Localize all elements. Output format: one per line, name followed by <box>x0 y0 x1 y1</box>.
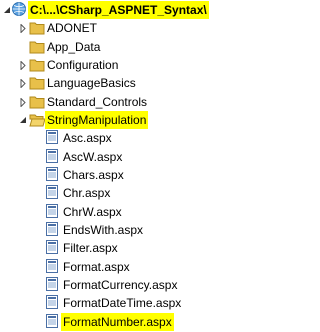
tree-item-file[interactable]: Chr.aspx <box>0 183 202 201</box>
aspx-file-icon <box>44 203 60 219</box>
folder-icon <box>29 39 45 55</box>
file-label: FormatCurrency.aspx <box>63 278 178 292</box>
tree-item-file[interactable]: Chars.aspx <box>0 165 202 183</box>
tree-item-open-folder[interactable]: StringManipulation <box>0 110 202 129</box>
aspx-file-icon <box>44 148 60 164</box>
open-folder-label: StringManipulation <box>45 111 149 129</box>
tree-item-file[interactable]: Asc.aspx <box>0 128 202 146</box>
tree-item-folder[interactable]: LanguageBasics <box>0 73 202 91</box>
aspx-file-icon <box>44 258 60 274</box>
aspx-file-icon <box>44 184 60 200</box>
expand-arrow-icon[interactable] <box>19 97 27 107</box>
collapse-arrow-icon[interactable] <box>19 115 27 125</box>
open-folder-icon <box>29 112 46 128</box>
file-label: Filter.aspx <box>63 241 118 255</box>
file-label: EndsWith.aspx <box>63 223 144 237</box>
tree-item-file[interactable]: EndsWith.aspx <box>0 220 202 238</box>
aspx-file-icon <box>44 313 60 329</box>
aspx-file-icon <box>44 239 60 255</box>
folder-label: LanguageBasics <box>47 76 136 90</box>
folder-icon <box>29 94 45 110</box>
expand-arrow-icon[interactable] <box>19 78 27 88</box>
tree-item-file[interactable]: AscW.aspx <box>0 147 202 165</box>
tree-root[interactable]: C:\...\CSharp_ASPNET_Syntax\ <box>0 0 209 19</box>
file-label: AscW.aspx <box>63 150 123 164</box>
expand-arrow-icon[interactable] <box>19 60 27 70</box>
file-label: Format.aspx <box>63 260 130 274</box>
tree-item-file[interactable]: FormatCurrency.aspx <box>0 275 202 293</box>
tree-item-file[interactable]: FormatDateTime.aspx <box>0 293 202 311</box>
tree-item-folder[interactable]: Standard_Controls <box>0 92 202 110</box>
tree-item-folder[interactable]: Configuration <box>0 55 202 73</box>
file-label: ChrW.aspx <box>63 205 122 219</box>
tree-item-folder[interactable]: ADONET <box>0 18 202 36</box>
aspx-file-icon <box>44 276 60 292</box>
folder-icon <box>29 57 45 73</box>
aspx-file-icon <box>44 166 60 182</box>
aspx-file-icon <box>44 294 60 310</box>
aspx-file-icon <box>44 221 60 237</box>
file-label: Chr.aspx <box>63 186 111 200</box>
file-label: FormatDateTime.aspx <box>63 296 182 310</box>
aspx-file-icon <box>44 129 60 145</box>
tree-item-file[interactable]: ChrW.aspx <box>0 202 202 220</box>
folder-label: Standard_Controls <box>47 95 148 109</box>
tree-item-file[interactable]: Format.aspx <box>0 257 202 275</box>
folder-icon <box>29 20 45 36</box>
folder-icon <box>29 75 45 91</box>
folder-label: ADONET <box>47 21 98 35</box>
tree-item-folder[interactable]: App_Data <box>0 37 202 55</box>
tree-item-file-selected[interactable]: FormatNumber.aspx <box>0 312 202 331</box>
folder-label: App_Data <box>47 40 101 54</box>
web-project-icon <box>11 1 27 17</box>
collapse-arrow-icon[interactable] <box>3 5 11 15</box>
file-label: Chars.aspx <box>63 168 124 182</box>
root-label: C:\...\CSharp_ASPNET_Syntax\ <box>28 1 209 19</box>
solution-explorer: { "root": { "label": "C:\\...\\CSharp_AS… <box>0 0 209 331</box>
tree-item-file[interactable]: Filter.aspx <box>0 238 202 256</box>
folder-label: Configuration <box>47 58 119 72</box>
file-label: Asc.aspx <box>63 131 112 145</box>
file-label: FormatNumber.aspx <box>61 313 174 331</box>
expand-arrow-icon[interactable] <box>19 23 27 33</box>
